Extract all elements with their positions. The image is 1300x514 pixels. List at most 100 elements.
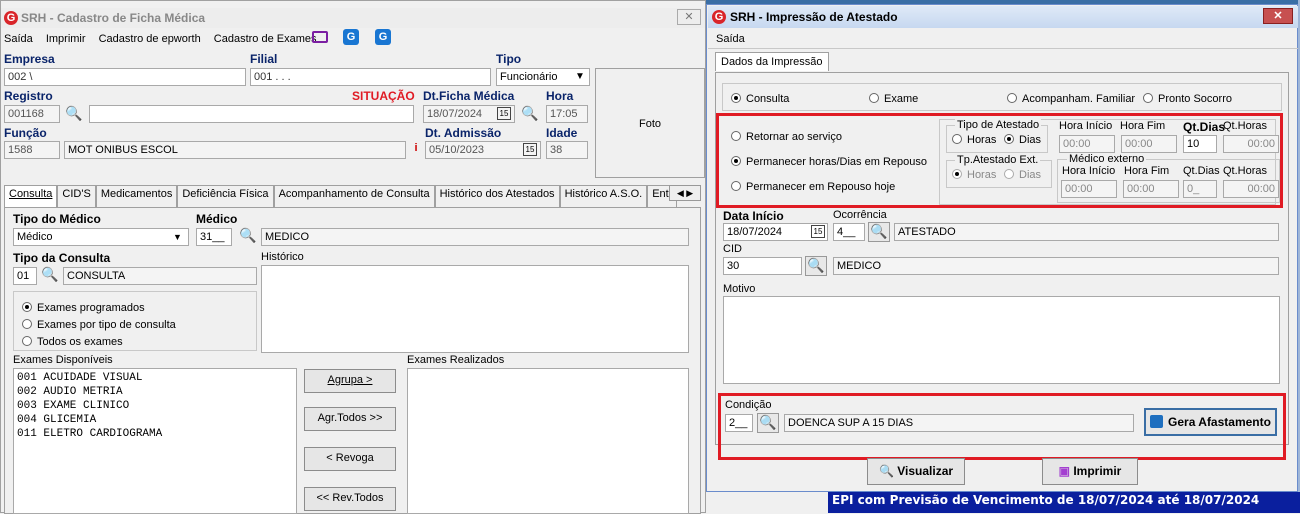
ext-hora-fim-field[interactable]: 00:00 xyxy=(1123,180,1179,198)
qt-dias-field[interactable]: 10 xyxy=(1183,135,1217,153)
tab-historico-atestados[interactable]: Histórico dos Atestados xyxy=(434,185,560,207)
list-item[interactable]: 002 AUDIO METRIA xyxy=(17,385,293,399)
cid-search-button[interactable]: 🔍 xyxy=(805,256,827,276)
search-icon[interactable]: 🔍 xyxy=(41,266,58,283)
tab-medicamentos[interactable]: Medicamentos xyxy=(95,185,178,207)
window-title: SRH - Cadastro de Ficha Médica xyxy=(1,8,705,28)
ext-qt-horas-field[interactable]: 00:00 xyxy=(1223,180,1279,198)
list-item[interactable]: 003 EXAME CLINICO xyxy=(17,399,293,413)
info-icon[interactable]: i xyxy=(411,142,421,158)
calendar-icon[interactable]: 15 xyxy=(523,143,537,156)
tab-historico-aso[interactable]: Histórico A.S.O. xyxy=(559,185,648,207)
qt-horas-label: Qt.Horas xyxy=(1223,120,1268,132)
tab-cids[interactable]: CID'S xyxy=(57,185,96,207)
historico-textarea[interactable] xyxy=(261,265,689,353)
filial-select[interactable]: 001 . . . xyxy=(250,68,491,86)
motivo-label: Motivo xyxy=(723,283,756,295)
list-item[interactable]: 011 ELETRO CARDIOGRAMA xyxy=(17,427,293,441)
imprimir-button[interactable]: ▣ Imprimir xyxy=(1042,458,1138,485)
rev-todos-button[interactable]: << Rev.Todos xyxy=(304,487,396,511)
funcao-code-field[interactable]: 1588 xyxy=(4,141,60,159)
tipo-medico-select[interactable]: Médico xyxy=(13,228,189,246)
ext-qt-horas-label: Qt.Horas xyxy=(1223,165,1268,177)
radio-ext-horas[interactable]: Horas xyxy=(952,169,996,181)
tab-dados-impressao[interactable]: Dados da Impressão xyxy=(715,52,829,71)
tab-acompanhamento[interactable]: Acompanhamento de Consulta xyxy=(273,185,435,207)
ocorrencia-code-field[interactable]: 4__ xyxy=(833,223,865,241)
agrupa-button[interactable]: Agrupa > xyxy=(304,369,396,393)
radio-retornar[interactable]: Retornar ao serviço xyxy=(731,131,842,143)
condicao-search-button[interactable]: 🔍 xyxy=(757,413,779,433)
empresa-select[interactable]: 002 \ xyxy=(4,68,246,86)
radio-horas[interactable]: Horas xyxy=(952,134,996,146)
list-item[interactable]: 004 GLICEMIA xyxy=(17,413,293,427)
tipo-consulta-code[interactable]: 01 xyxy=(13,267,37,285)
radio-pronto-socorro[interactable]: Pronto Socorro xyxy=(1143,93,1232,105)
idade-label: Idade xyxy=(546,126,578,140)
chevron-down-icon[interactable]: ▼ xyxy=(572,69,588,85)
ext-qt-dias-field[interactable]: 0_ xyxy=(1183,180,1217,198)
radio-exames-tipo[interactable]: Exames por tipo de consulta xyxy=(22,319,176,331)
exames-realizados-list[interactable] xyxy=(407,368,689,514)
radio-exames-programados[interactable]: Exames programados xyxy=(22,302,145,314)
cid-code-field[interactable]: 30 xyxy=(723,257,802,275)
chevron-down-icon[interactable]: ▼ xyxy=(173,229,187,245)
gera-afastamento-button[interactable]: Gera Afastamento xyxy=(1144,408,1277,436)
hora-inicio-field[interactable]: 00:00 xyxy=(1059,135,1115,153)
menu-epworth[interactable]: Cadastro de epworth xyxy=(99,33,201,45)
visualizar-button[interactable]: 🔍 Visualizar xyxy=(867,458,965,485)
tab-consulta[interactable]: Consulta xyxy=(4,185,58,207)
search-icon[interactable]: 🔍 xyxy=(65,105,82,122)
radio-ext-dias[interactable]: Dias xyxy=(1004,169,1041,181)
radio-exame[interactable]: Exame xyxy=(869,93,918,105)
exames-disponiveis-list[interactable]: 001 ACUIDADE VISUAL 002 AUDIO METRIA 003… xyxy=(13,368,297,514)
g-icon[interactable]: G xyxy=(343,29,359,45)
motivo-textarea[interactable] xyxy=(723,296,1280,384)
list-item[interactable]: 001 ACUIDADE VISUAL xyxy=(17,371,293,385)
agr-todos-button[interactable]: Agr.Todos >> xyxy=(304,407,396,431)
radio-todos-exames[interactable]: Todos os exames xyxy=(22,336,123,348)
close-icon[interactable]: ✕ xyxy=(677,9,701,25)
tab-scroll-arrows[interactable]: ◀ ▶ xyxy=(669,185,701,201)
ocorrencia-label: Ocorrência xyxy=(833,209,887,221)
radio-repouso-hoje[interactable]: Permanecer em Repouso hoje xyxy=(731,181,895,193)
menu-imprimir[interactable]: Imprimir xyxy=(46,33,86,45)
radio-acompanham[interactable]: Acompanham. Familiar xyxy=(1007,93,1135,105)
ocorrencia-desc-field: ATESTADO xyxy=(894,223,1279,241)
app-logo-icon: G xyxy=(4,11,18,25)
calendar-icon[interactable]: 15 xyxy=(497,107,511,120)
dtficha-label: Dt.Ficha Médica xyxy=(423,89,515,103)
hora-field[interactable]: 17:05 xyxy=(546,105,588,123)
ext-hora-inicio-field[interactable]: 00:00 xyxy=(1061,180,1117,198)
funcionario-name-field xyxy=(89,105,414,123)
radio-permanecer-horas[interactable]: Permanecer horas/Dias em Repouso xyxy=(731,156,927,168)
search-icon[interactable]: 🔍 xyxy=(521,105,538,122)
search-icon[interactable]: 🔍 xyxy=(239,227,256,244)
historico-label: Histórico xyxy=(261,251,304,263)
hora-fim-field[interactable]: 00:00 xyxy=(1121,135,1177,153)
close-icon[interactable]: ✕ xyxy=(1263,8,1293,24)
registro-field[interactable]: 001168 xyxy=(4,105,60,123)
app-logo-icon: G xyxy=(712,10,726,24)
search-icon: 🔍 xyxy=(807,257,825,273)
dtadm-label: Dt. Admissão xyxy=(425,126,502,140)
revoga-button[interactable]: < Revoga xyxy=(304,447,396,471)
tab-deficiencia[interactable]: Deficiência Física xyxy=(177,185,274,207)
tp-ext-label: Tp.Atestado Ext. xyxy=(955,154,1041,166)
monitor-icon[interactable] xyxy=(312,31,328,43)
medico-desc-field: MEDICO xyxy=(261,228,689,246)
radio-consulta[interactable]: Consulta xyxy=(731,93,789,105)
menu-saida[interactable]: Saída xyxy=(4,33,33,45)
ocorrencia-search-button[interactable]: 🔍 xyxy=(868,222,890,242)
menu-cadastro-exames[interactable]: Cadastro de Exames xyxy=(214,33,317,45)
qt-horas-field[interactable]: 00:00 xyxy=(1223,135,1279,153)
empresa-label: Empresa xyxy=(4,52,55,66)
data-inicio-label: Data Início xyxy=(723,209,784,223)
radio-dias[interactable]: Dias xyxy=(1004,134,1041,146)
menu-saida[interactable]: Saída xyxy=(716,33,745,45)
calendar-icon[interactable]: 15 xyxy=(811,225,825,238)
g-icon-2[interactable]: G xyxy=(375,29,391,45)
hora-inicio-label: Hora Início xyxy=(1059,120,1113,132)
medico-code-field[interactable]: 31__ xyxy=(196,228,232,246)
condicao-code-field[interactable]: 2__ xyxy=(725,414,753,432)
